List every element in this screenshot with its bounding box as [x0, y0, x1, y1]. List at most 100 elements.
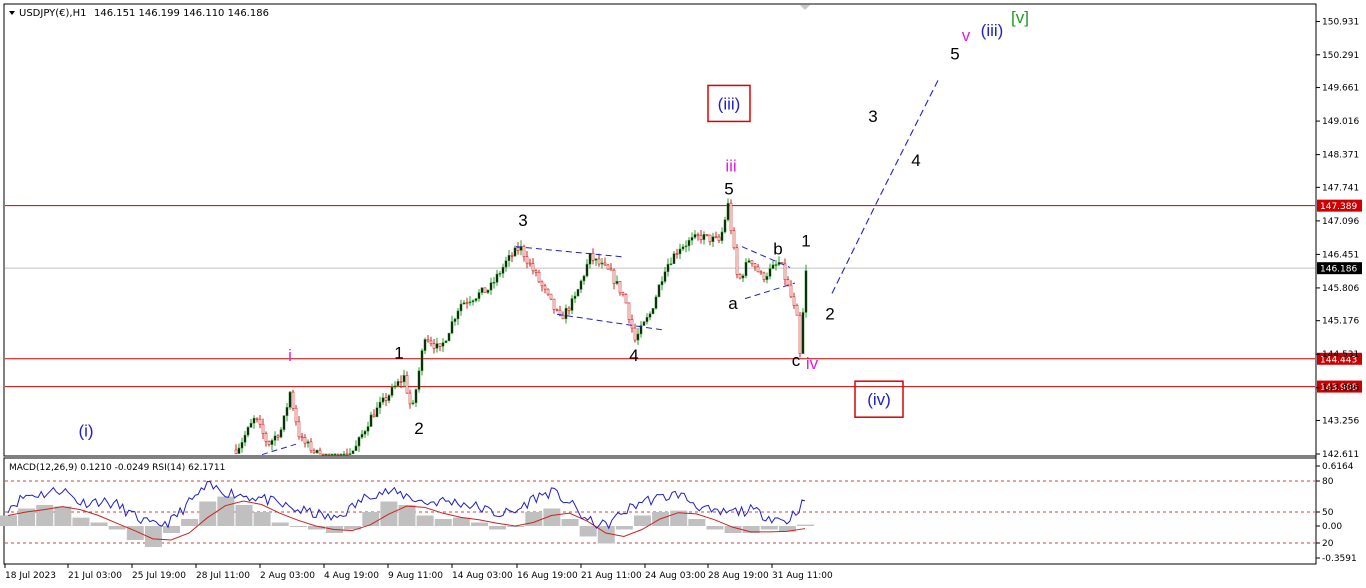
candle-body	[660, 281, 664, 286]
candle-body	[420, 350, 424, 372]
candle-body	[786, 279, 790, 286]
candle-body	[399, 381, 403, 383]
candle-body	[567, 307, 571, 311]
wave-label: 5	[950, 45, 959, 64]
candle-body	[261, 423, 265, 434]
candle-body	[339, 453, 343, 456]
candle-body	[369, 414, 373, 427]
macd-hist-bar	[362, 512, 380, 526]
macd-hist-bar	[434, 519, 452, 526]
ind-tick-label: 0.00	[1322, 522, 1342, 532]
x-tick-label: 16 Aug 19:00	[517, 571, 578, 581]
candle-body	[393, 385, 397, 388]
indicator-title: MACD(12,26,9) 0.1210 -0.0249 RSI(14) 62.…	[9, 463, 225, 473]
candle-body	[237, 447, 241, 454]
candle-body	[414, 389, 418, 404]
candle-body	[636, 333, 640, 341]
price-panel[interactable]	[3, 3, 1317, 457]
candle-body	[351, 450, 355, 454]
candle-body	[396, 381, 400, 387]
y-tick-label: 149.661	[1322, 84, 1359, 94]
candle-body	[411, 402, 415, 405]
candle-body	[585, 263, 589, 277]
candle-body	[543, 285, 547, 290]
wave-label: i	[288, 346, 292, 365]
macd-hist-bar	[470, 522, 488, 526]
ind-tick-label: 50	[1322, 508, 1334, 518]
candle-body	[621, 292, 625, 295]
candle-body	[309, 441, 313, 452]
candle-body	[456, 310, 460, 320]
candle-body	[717, 236, 721, 241]
macd-hist-bar	[688, 519, 706, 526]
candle-body	[255, 417, 259, 420]
candle-body	[486, 289, 490, 293]
x-tick-label: 18 Jul 2023	[5, 571, 56, 581]
candle-body	[792, 296, 796, 306]
candle-body	[690, 237, 694, 241]
candle-body	[753, 263, 757, 268]
macd-hist-bar	[489, 526, 507, 530]
macd-hist-bar	[271, 522, 289, 526]
candle-body	[354, 445, 358, 452]
macd-hist-bar	[561, 519, 579, 526]
candle-body	[270, 440, 274, 445]
candle-body	[759, 271, 763, 274]
candle-body	[591, 252, 595, 261]
candle-body	[711, 236, 715, 243]
candle-body	[501, 266, 505, 274]
candle-body	[765, 276, 769, 280]
candle-body	[564, 307, 568, 320]
wave-label: 4	[629, 346, 638, 365]
candle-body	[699, 235, 703, 240]
macd-hist-bar	[181, 519, 199, 526]
candle-body	[297, 421, 301, 438]
candle-body	[687, 240, 691, 247]
candle-body	[267, 441, 271, 445]
ind-tick-label: 0.6164	[1322, 462, 1354, 472]
candle-body	[423, 339, 427, 351]
candle-body	[408, 392, 412, 405]
candle-body	[330, 453, 334, 456]
candle-body	[528, 262, 532, 265]
wave-label: 5	[724, 180, 733, 199]
y-tick-label: 150.291	[1322, 51, 1359, 61]
symbol-label: USDJPY(€),H1	[19, 8, 86, 19]
candle-body	[273, 435, 277, 441]
candle-body	[702, 234, 706, 240]
candle-body	[234, 449, 238, 454]
wave-label: 2	[414, 419, 423, 438]
candle-body	[315, 449, 319, 453]
candle-body	[294, 407, 298, 423]
candle-body	[531, 263, 535, 272]
candle-body	[561, 314, 565, 320]
candle-body	[477, 292, 481, 299]
candle-body	[504, 260, 508, 268]
macd-hist-bar	[797, 524, 814, 526]
candle-body	[744, 261, 748, 277]
trading-chart[interactable]: USDJPY(€),H1 146.151 146.199 146.110 146…	[0, 0, 1366, 588]
candle-body	[372, 414, 376, 418]
candle-body	[570, 298, 574, 311]
candle-body	[723, 219, 727, 233]
candle-body	[405, 375, 409, 394]
macd-hist-bar	[615, 526, 633, 530]
y-tick-label: 148.371	[1322, 151, 1359, 161]
candle-body	[549, 293, 553, 300]
y-tick-label: 143.256	[1322, 416, 1359, 426]
wave-label: (iv)	[867, 390, 891, 409]
candle-body	[771, 264, 775, 269]
wave-label: b	[773, 239, 782, 258]
candle-body	[483, 287, 487, 293]
candle-body	[363, 430, 367, 435]
candle-body	[540, 281, 544, 287]
candle-body	[243, 434, 247, 443]
candle-body	[606, 264, 610, 270]
candle-body	[609, 268, 613, 271]
candle-body	[348, 453, 352, 455]
candle-body	[453, 318, 457, 322]
candle-body	[597, 258, 601, 265]
candle-body	[750, 260, 754, 265]
y-tick-label: 144.531	[1322, 350, 1359, 360]
candle-body	[357, 437, 361, 447]
